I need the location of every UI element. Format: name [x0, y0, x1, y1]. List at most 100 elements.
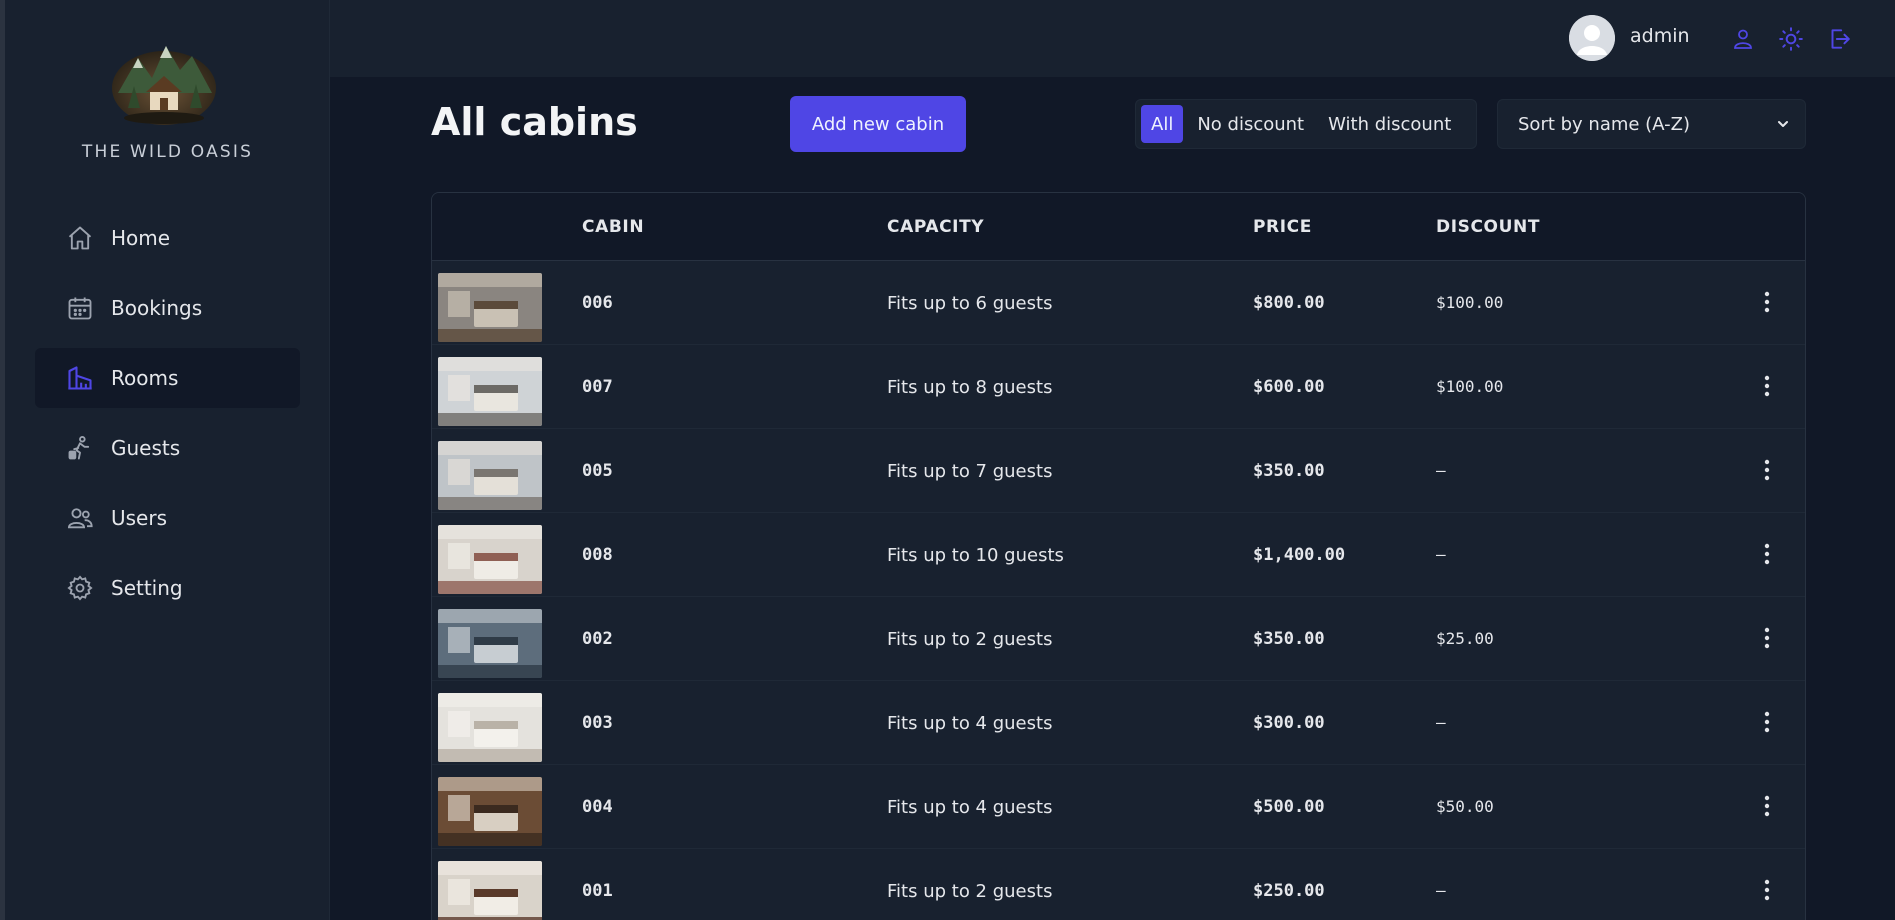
column-header-cabin: CABIN [582, 217, 645, 237]
guest-icon [65, 433, 95, 463]
filter-no-discount[interactable]: No discount [1187, 105, 1314, 143]
column-header-price: PRICE [1253, 217, 1312, 237]
sidebar-item-label: Bookings [111, 296, 203, 320]
cabin-price: $600.00 [1253, 377, 1325, 397]
cabin-capacity: Fits up to 4 guests [887, 797, 1053, 818]
cabin-name: 003 [582, 713, 613, 733]
cabin-capacity: Fits up to 6 guests [887, 293, 1053, 314]
row-actions-menu-icon[interactable] [1752, 623, 1782, 653]
sun-icon[interactable] [1777, 25, 1805, 53]
cabin-name: 002 [582, 629, 613, 649]
filter-with-discount[interactable]: With discount [1318, 105, 1461, 143]
table-row: 004 Fits up to 4 guests $500.00 $50.00 [432, 765, 1805, 849]
cabin-image [438, 273, 542, 342]
cabin-name: 008 [582, 545, 613, 565]
filter-all[interactable]: All [1141, 105, 1184, 143]
page-title: All cabins [431, 100, 638, 144]
cabin-price: $500.00 [1253, 797, 1325, 817]
user-icon[interactable] [1729, 25, 1757, 53]
row-actions-menu-icon[interactable] [1752, 707, 1782, 737]
sidebar-item-bookings[interactable]: Bookings [35, 278, 300, 338]
discount-filter: All No discount With discount [1135, 99, 1477, 149]
cabin-image [438, 777, 542, 846]
table-body: 006 Fits up to 6 guests $800.00 $100.00 … [432, 261, 1805, 920]
cabins-table: CABIN CAPACITY PRICE DISCOUNT 006 Fits u… [431, 192, 1806, 920]
sidebar-item-label: Guests [111, 436, 181, 460]
users-icon [65, 503, 95, 533]
column-header-capacity: CAPACITY [887, 217, 985, 237]
table-row: 005 Fits up to 7 guests $350.00 — [432, 429, 1805, 513]
cabin-discount: — [1436, 881, 1446, 900]
cabin-image [438, 441, 542, 510]
row-actions-menu-icon[interactable] [1752, 875, 1782, 905]
calendar-icon [65, 293, 95, 323]
column-header-discount: DISCOUNT [1436, 217, 1541, 237]
cabin-price: $1,400.00 [1253, 545, 1346, 565]
cabin-price: $250.00 [1253, 881, 1325, 901]
cabin-image [438, 609, 542, 678]
building-icon [65, 363, 95, 393]
cabin-name: 007 [582, 377, 613, 397]
cabin-image [438, 357, 542, 426]
add-cabin-button[interactable]: Add new cabin [790, 96, 966, 152]
home-icon [65, 223, 95, 253]
cabin-discount: $100.00 [1436, 377, 1504, 396]
cabin-capacity: Fits up to 10 guests [887, 545, 1064, 566]
cabin-price: $300.00 [1253, 713, 1325, 733]
cabin-capacity: Fits up to 8 guests [887, 377, 1053, 398]
sidebar-item-guests[interactable]: Guests [35, 418, 300, 478]
sidebar-nav: Home Bookings Rooms Guests Users Setting [35, 208, 300, 628]
brand-name: THE WILD OASIS [81, 142, 254, 162]
cabin-price: $800.00 [1253, 293, 1325, 313]
cabin-discount: $50.00 [1436, 797, 1494, 816]
cabin-discount: $100.00 [1436, 293, 1504, 312]
row-actions-menu-icon[interactable] [1752, 455, 1782, 485]
chevron-down-icon [1775, 116, 1791, 132]
row-actions-menu-icon[interactable] [1752, 791, 1782, 821]
sidebar-item-label: Rooms [111, 366, 179, 390]
table-row: 008 Fits up to 10 guests $1,400.00 — [432, 513, 1805, 597]
brand-logo [108, 38, 220, 126]
row-actions-menu-icon[interactable] [1752, 371, 1782, 401]
table-row: 001 Fits up to 2 guests $250.00 — [432, 849, 1805, 920]
app-window: THE WILD OASIS Home Bookings Rooms Guest… [0, 0, 1895, 920]
table-row: 007 Fits up to 8 guests $600.00 $100.00 [432, 345, 1805, 429]
sidebar-item-home[interactable]: Home [35, 208, 300, 268]
cabin-name: 006 [582, 293, 613, 313]
table-row: 002 Fits up to 2 guests $350.00 $25.00 [432, 597, 1805, 681]
sidebar-item-label: Users [111, 506, 168, 530]
sort-select[interactable]: Sort by name (A-Z) [1497, 99, 1806, 149]
sidebar-item-label: Setting [111, 576, 183, 600]
cabin-capacity: Fits up to 7 guests [887, 461, 1053, 482]
username: admin [1630, 25, 1690, 47]
row-actions-menu-icon[interactable] [1752, 539, 1782, 569]
cabin-image [438, 525, 542, 594]
row-actions-menu-icon[interactable] [1752, 287, 1782, 317]
avatar[interactable] [1569, 15, 1615, 61]
cabin-discount: — [1436, 545, 1446, 564]
sidebar-item-label: Home [111, 226, 171, 250]
cabin-image [438, 693, 542, 762]
sidebar-item-setting[interactable]: Setting [35, 558, 300, 618]
cabin-price: $350.00 [1253, 461, 1325, 481]
cabin-discount: — [1436, 713, 1446, 732]
table-row: 003 Fits up to 4 guests $300.00 — [432, 681, 1805, 765]
sidebar-item-rooms[interactable]: Rooms [35, 348, 300, 408]
cabin-image [438, 861, 542, 920]
sidebar-item-users[interactable]: Users [35, 488, 300, 548]
table-row: 006 Fits up to 6 guests $800.00 $100.00 [432, 261, 1805, 345]
cabin-name: 001 [582, 881, 613, 901]
gear-icon [65, 573, 95, 603]
logout-icon[interactable] [1825, 25, 1853, 53]
table-header: CABIN CAPACITY PRICE DISCOUNT [432, 193, 1805, 261]
cabin-name: 005 [582, 461, 613, 481]
cabin-capacity: Fits up to 4 guests [887, 713, 1053, 734]
sidebar: THE WILD OASIS Home Bookings Rooms Guest… [5, 0, 330, 920]
cabin-capacity: Fits up to 2 guests [887, 629, 1053, 650]
cabin-capacity: Fits up to 2 guests [887, 881, 1053, 902]
sort-select-value: Sort by name (A-Z) [1518, 113, 1690, 135]
cabin-discount: $25.00 [1436, 629, 1494, 648]
cabin-name: 004 [582, 797, 613, 817]
cabin-discount: — [1436, 461, 1446, 480]
cabin-price: $350.00 [1253, 629, 1325, 649]
